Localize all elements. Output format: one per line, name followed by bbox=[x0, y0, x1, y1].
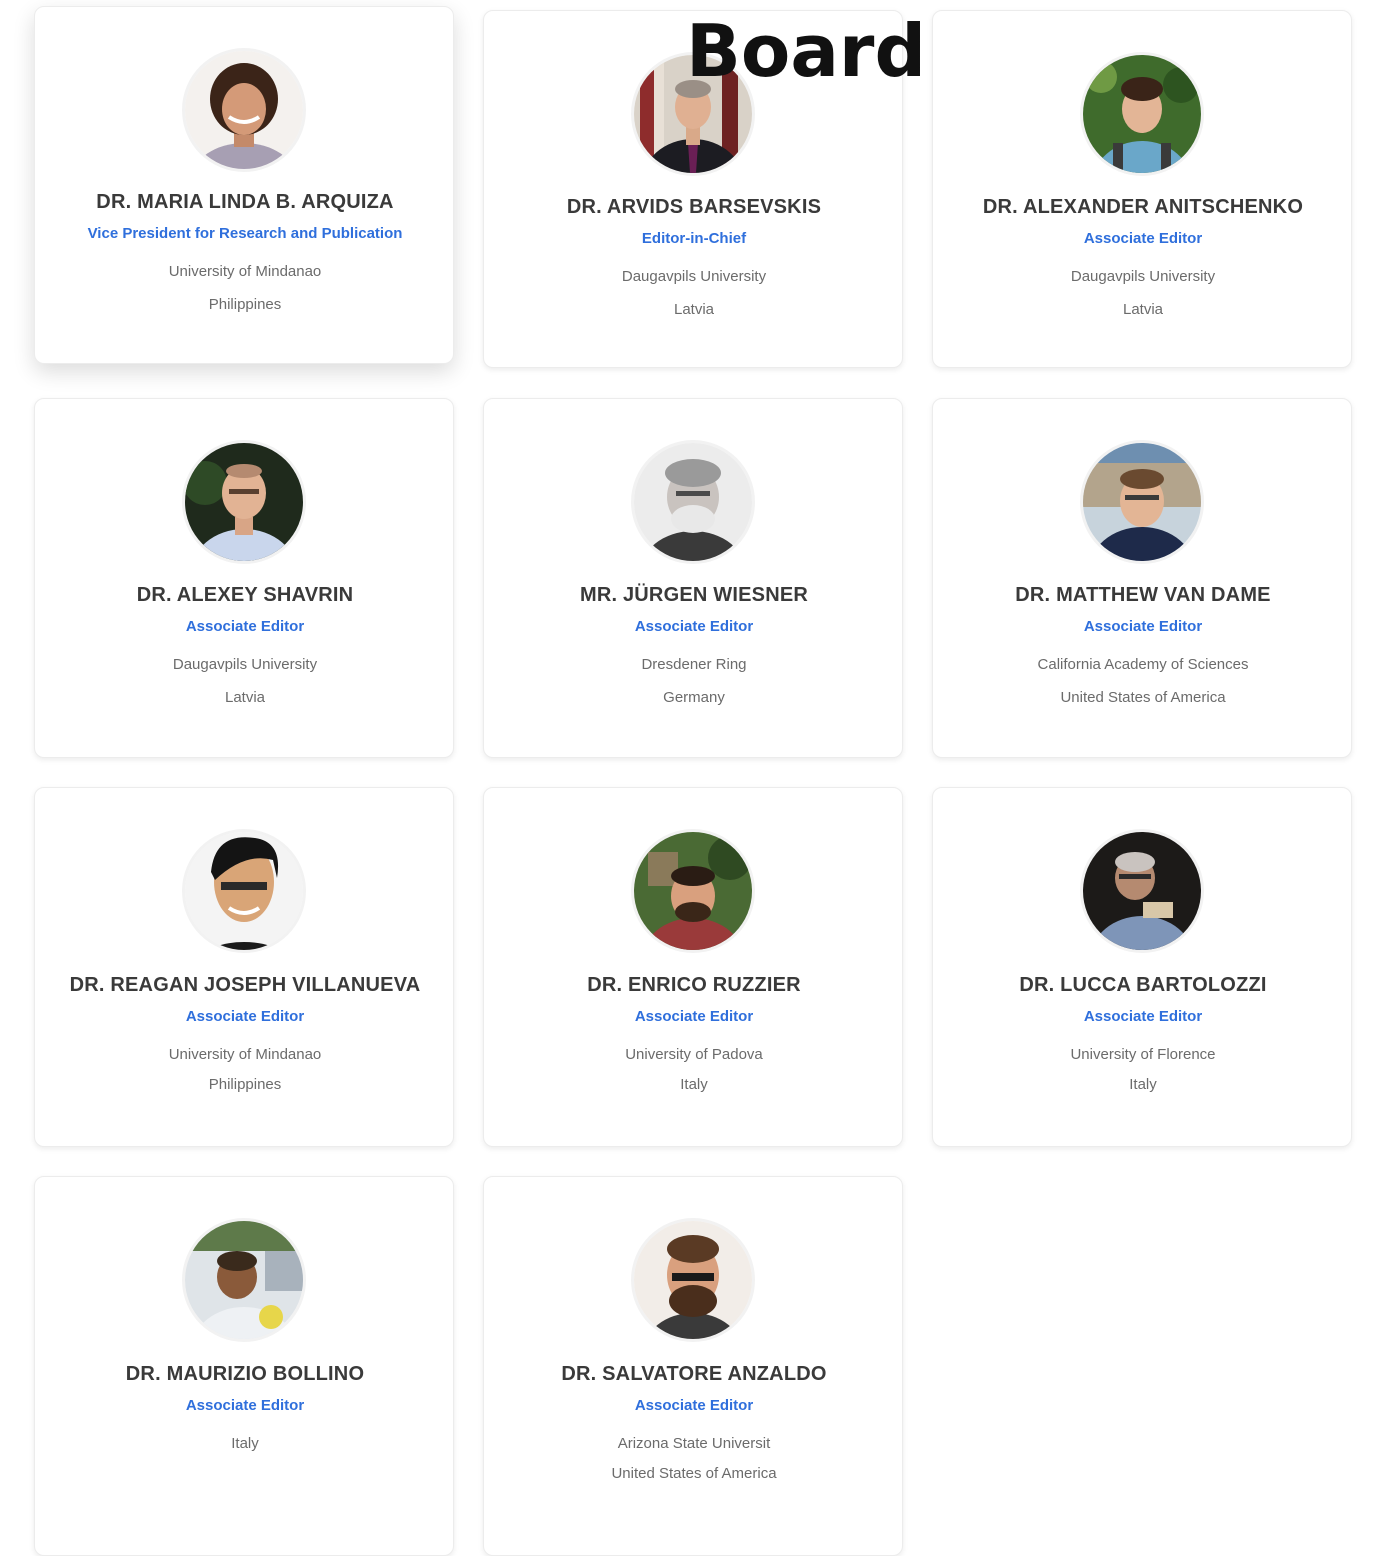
member-institution: Daugavpils University bbox=[621, 268, 767, 285]
member-country: United States of America bbox=[1060, 689, 1226, 706]
member-role[interactable]: Associate Editor bbox=[933, 1008, 1353, 1025]
member-card-villanueva[interactable]: DR. REAGAN JOSEPH VILLANUEVA Associate E… bbox=[34, 787, 454, 1147]
member-institution: Dresdener Ring bbox=[641, 656, 747, 673]
profile-photo bbox=[185, 443, 303, 561]
member-name: DR. ARVIDS BARSEVSKIS bbox=[566, 196, 822, 218]
member-card-vandame[interactable]: DR. MATTHEW VAN DAME Associate Editor Ca… bbox=[932, 398, 1352, 758]
profile-photo bbox=[1083, 832, 1201, 950]
member-country: Italy bbox=[1129, 1076, 1157, 1093]
member-role[interactable]: Associate Editor bbox=[484, 1397, 904, 1414]
member-role[interactable]: Associate Editor bbox=[484, 618, 904, 635]
member-card-ruzzier[interactable]: DR. ENRICO RUZZIER Associate Editor Univ… bbox=[483, 787, 903, 1147]
member-institution: California Academy of Sciences bbox=[1037, 656, 1249, 673]
member-name: DR. MATTHEW VAN DAME bbox=[1015, 584, 1271, 606]
member-name: DR. SALVATORE ANZALDO bbox=[561, 1363, 827, 1385]
member-country: United States of America bbox=[611, 1465, 777, 1482]
member-institution: University of Mindanao bbox=[168, 1046, 322, 1063]
member-name: MR. JÜRGEN WIESNER bbox=[579, 584, 809, 606]
member-role[interactable]: Vice President for Research and Publicat… bbox=[35, 225, 455, 242]
profile-photo bbox=[185, 1221, 303, 1339]
member-card-anitschenko[interactable]: DR. ALEXANDER ANITSCHENKO Associate Edit… bbox=[932, 10, 1352, 368]
member-country: Italy bbox=[680, 1076, 708, 1093]
profile-photo bbox=[634, 443, 752, 561]
member-institution: University of Florence bbox=[1070, 1046, 1216, 1063]
member-country: Germany bbox=[663, 689, 725, 706]
member-country: Philippines bbox=[208, 296, 282, 313]
member-name: DR. ALEXANDER ANITSCHENKO bbox=[982, 196, 1304, 218]
profile-photo bbox=[1083, 55, 1201, 173]
profile-photo bbox=[634, 832, 752, 950]
profile-photo bbox=[634, 1221, 752, 1339]
member-name: DR. LUCCA BARTOLOZZI bbox=[1019, 974, 1267, 996]
profile-photo bbox=[1083, 443, 1201, 561]
member-institution: Arizona State Universit bbox=[617, 1435, 771, 1452]
member-card-wiesner[interactable]: MR. JÜRGEN WIESNER Associate Editor Dres… bbox=[483, 398, 903, 758]
member-role[interactable]: Associate Editor bbox=[35, 1008, 455, 1025]
member-country: Latvia bbox=[1122, 301, 1164, 318]
member-role[interactable]: Associate Editor bbox=[35, 1397, 455, 1414]
board-overlay-title: Board bbox=[686, 9, 926, 93]
member-institution: University of Padova bbox=[625, 1046, 763, 1063]
member-country: Italy bbox=[231, 1435, 259, 1452]
member-card-anzaldo[interactable]: DR. SALVATORE ANZALDO Associate Editor A… bbox=[483, 1176, 903, 1556]
member-card-arquiza[interactable]: DR. MARIA LINDA B. ARQUIZA Vice Presiden… bbox=[34, 6, 454, 364]
member-card-shavrin[interactable]: DR. ALEXEY SHAVRIN Associate Editor Daug… bbox=[34, 398, 454, 758]
member-country: Latvia bbox=[673, 301, 715, 318]
profile-photo bbox=[185, 51, 303, 169]
member-institution: Daugavpils University bbox=[1070, 268, 1216, 285]
member-institution: Daugavpils University bbox=[172, 656, 318, 673]
member-name: DR. ALEXEY SHAVRIN bbox=[136, 584, 354, 606]
member-name: DR. REAGAN JOSEPH VILLANUEVA bbox=[69, 974, 421, 996]
member-role[interactable]: Associate Editor bbox=[484, 1008, 904, 1025]
member-institution: University of Mindanao bbox=[168, 263, 322, 280]
member-role[interactable]: Associate Editor bbox=[933, 230, 1353, 247]
member-role[interactable]: Associate Editor bbox=[933, 618, 1353, 635]
member-card-bartolozzi[interactable]: DR. LUCCA BARTOLOZZI Associate Editor Un… bbox=[932, 787, 1352, 1147]
member-country: Philippines bbox=[208, 1076, 282, 1093]
member-role[interactable]: Editor-in-Chief bbox=[484, 230, 904, 247]
member-name: DR. ENRICO RUZZIER bbox=[587, 974, 801, 996]
member-role[interactable]: Associate Editor bbox=[35, 618, 455, 635]
member-name: DR. MARIA LINDA B. ARQUIZA bbox=[96, 191, 394, 213]
member-card-bollino[interactable]: DR. MAURIZIO BOLLINO Associate Editor It… bbox=[34, 1176, 454, 1556]
member-country: Latvia bbox=[224, 689, 266, 706]
member-name: DR. MAURIZIO BOLLINO bbox=[125, 1363, 365, 1385]
profile-photo bbox=[185, 832, 303, 950]
